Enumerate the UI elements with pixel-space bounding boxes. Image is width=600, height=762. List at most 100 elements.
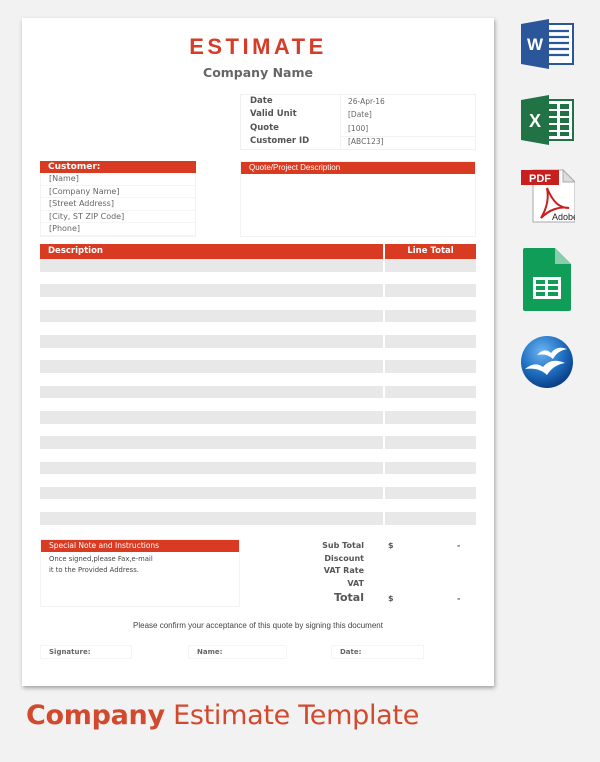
customer-section: Customer: [Name] [Company Name] [Street … (40, 161, 196, 237)
grand-total-row: Total $ - (312, 591, 482, 607)
currency-symbol: $ (388, 594, 394, 604)
description-cell[interactable] (40, 385, 383, 399)
info-label: Date (250, 96, 273, 106)
description-cell[interactable] (40, 486, 383, 500)
vat-row: VAT (312, 579, 482, 592)
info-label: Quote (250, 123, 279, 133)
signature-field[interactable]: Signature: (40, 645, 132, 659)
line-items-table: Description Line Total (40, 244, 476, 525)
excel-icon[interactable]: X (519, 94, 575, 150)
info-value: 26-Apr-16 (348, 97, 385, 106)
description-cell[interactable] (40, 334, 383, 348)
description-cell[interactable] (40, 424, 383, 437)
description-cell[interactable] (40, 322, 383, 335)
description-cell[interactable] (40, 284, 383, 297)
quote-description-section[interactable]: Quote/Project Description (240, 161, 476, 237)
document-title: ESTIMATE (189, 34, 327, 59)
description-cell[interactable] (40, 410, 383, 424)
line-total-cell[interactable] (385, 360, 476, 373)
customer-header: Customer: (40, 161, 196, 173)
note-line: Once signed,please Fax,e-mail (49, 555, 153, 563)
page-caption: Company Estimate Template (26, 700, 419, 731)
total-label: Sub Total (322, 541, 364, 550)
line-total-cell[interactable] (385, 322, 476, 335)
table-row (40, 486, 476, 500)
line-total-cell[interactable] (385, 436, 476, 449)
table-row (40, 348, 476, 361)
line-total-cell[interactable] (385, 385, 476, 399)
info-value: [Date] (348, 110, 372, 119)
line-total-cell[interactable] (385, 348, 476, 361)
line-total-cell[interactable] (385, 474, 476, 487)
svg-text:W: W (527, 35, 544, 54)
table-row (40, 499, 476, 512)
line-total-cell[interactable] (385, 309, 476, 323)
line-total-cell[interactable] (385, 373, 476, 386)
customer-street-field[interactable]: [Street Address] (41, 198, 195, 211)
word-icon[interactable]: W (519, 18, 575, 74)
table-row (40, 385, 476, 399)
description-cell[interactable] (40, 398, 383, 411)
description-cell[interactable] (40, 360, 383, 373)
customer-name-field[interactable]: [Name] (41, 173, 195, 186)
table-row (40, 272, 476, 285)
description-cell[interactable] (40, 449, 383, 462)
line-total-cell[interactable] (385, 461, 476, 475)
line-total-cell[interactable] (385, 499, 476, 512)
info-label: Valid Unit (250, 109, 297, 119)
table-row (40, 461, 476, 475)
table-row (40, 334, 476, 348)
customer-company-field[interactable]: [Company Name] (41, 186, 195, 199)
customer-phone-field[interactable]: [Phone] (41, 223, 195, 236)
line-total-cell[interactable] (385, 410, 476, 424)
line-total-cell[interactable] (385, 284, 476, 297)
description-cell[interactable] (40, 461, 383, 475)
description-cell[interactable] (40, 499, 383, 512)
total-label: Discount (324, 553, 364, 563)
line-total-cell[interactable] (385, 486, 476, 500)
totals-section: Sub Total $ - Discount VAT Rate VAT Tota… (312, 541, 482, 607)
description-cell[interactable] (40, 309, 383, 323)
line-total-cell[interactable] (385, 512, 476, 525)
table-row (40, 297, 476, 310)
description-cell[interactable] (40, 373, 383, 386)
description-cell[interactable] (40, 348, 383, 361)
openoffice-icon[interactable] (519, 333, 575, 389)
caption-bold: Company (26, 700, 165, 731)
name-field[interactable]: Name: (188, 645, 287, 659)
table-row (40, 449, 476, 462)
svg-text:Adobe: Adobe (552, 212, 575, 222)
description-cell[interactable] (40, 436, 383, 449)
table-row (40, 410, 476, 424)
date-field[interactable]: Date: (331, 645, 424, 659)
description-cell[interactable] (40, 512, 383, 525)
google-sheets-icon[interactable] (519, 247, 575, 311)
line-total-cell[interactable] (385, 449, 476, 462)
table-row (40, 373, 476, 386)
table-row (40, 398, 476, 411)
total-label: VAT (347, 578, 364, 588)
table-row (40, 360, 476, 373)
info-row-customer-id: Customer ID [ABC123] (241, 135, 475, 148)
table-row (40, 474, 476, 487)
line-total-cell[interactable] (385, 424, 476, 437)
description-cell[interactable] (40, 297, 383, 310)
line-total-cell[interactable] (385, 398, 476, 411)
total-label: VAT Rate (323, 566, 364, 576)
pdf-icon[interactable]: PDF Adobe (519, 168, 578, 224)
estimate-document: ESTIMATE Company Name Date 26-Apr-16 Val… (22, 18, 494, 686)
line-total-cell[interactable] (385, 259, 476, 272)
column-header-description: Description (40, 244, 383, 259)
column-header-line-total: Line Total (385, 244, 476, 259)
line-total-cell[interactable] (385, 334, 476, 348)
info-row-valid-unit: Valid Unit [Date] (241, 108, 475, 121)
customer-city-field[interactable]: [City, ST ZIP Code] (41, 211, 195, 224)
table-row (40, 309, 476, 323)
info-row-date: Date 26-Apr-16 (241, 95, 475, 108)
confirmation-text: Please confirm your acceptance of this q… (133, 621, 383, 630)
description-cell[interactable] (40, 259, 383, 272)
line-total-cell[interactable] (385, 272, 476, 285)
description-cell[interactable] (40, 474, 383, 487)
description-cell[interactable] (40, 272, 383, 285)
line-total-cell[interactable] (385, 297, 476, 310)
